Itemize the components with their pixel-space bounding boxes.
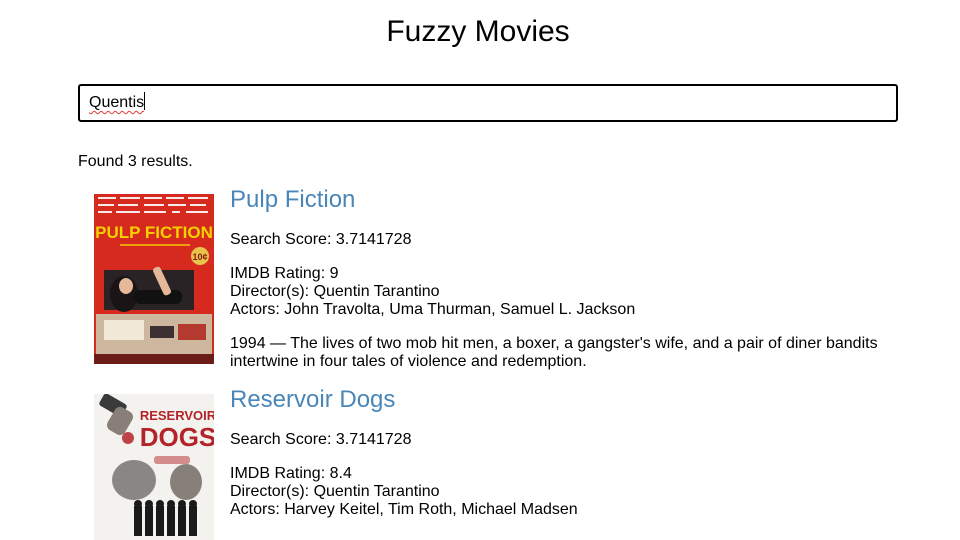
actors-label: Actors:	[230, 301, 280, 318]
poster-badge: 10¢	[192, 252, 207, 262]
imdb-rating-value: 8.4	[329, 465, 352, 482]
directors-value: Quentin Tarantino	[313, 283, 440, 300]
page: Fuzzy Movies Quentis Found 3 results. PU…	[0, 0, 960, 540]
poster-title-line1: RESERVOIR	[140, 408, 214, 423]
directors-line: Director(s): Quentin Tarantino	[230, 483, 440, 501]
imdb-rating-line: IMDB Rating: 9	[230, 265, 339, 283]
imdb-rating-line: IMDB Rating: 8.4	[230, 465, 352, 483]
search-score-label: Search Score:	[230, 231, 332, 248]
app-title: Fuzzy Movies	[386, 15, 570, 48]
poster-title-text: PULP FICTION	[95, 223, 213, 242]
actors-value: Harvey Keitel, Tim Roth, Michael Madsen	[284, 501, 578, 518]
movie-summary: 1994 — The lives of two mob hit men, a b…	[230, 335, 890, 371]
actors-line: Actors: Harvey Keitel, Tim Roth, Michael…	[230, 501, 578, 519]
imdb-rating-value: 9	[329, 265, 339, 282]
summary-separator: —	[270, 335, 287, 352]
results-count: Found 3 results.	[78, 153, 193, 170]
movie-title-link[interactable]: Reservoir Dogs	[230, 386, 395, 414]
pulp-fiction-poster-image: PULP FICTION 10¢	[94, 194, 214, 364]
search-score-line: Search Score: 3.7141728	[230, 431, 411, 449]
imdb-rating-label: IMDB Rating:	[230, 465, 326, 482]
directors-label: Director(s):	[230, 483, 310, 500]
search-input-value: Quentis	[89, 94, 145, 111]
search-score-label: Search Score:	[230, 431, 332, 448]
text-caret	[144, 92, 146, 110]
actors-value: John Travolta, Uma Thurman, Samuel L. Ja…	[284, 301, 636, 318]
movie-plot: The lives of two mob hit men, a boxer, a…	[230, 335, 878, 370]
directors-value: Quentin Tarantino	[313, 483, 440, 500]
movie-poster[interactable]: RESERVOIR DOGS	[94, 394, 214, 540]
search-input[interactable]: Quentis	[78, 84, 898, 122]
directors-line: Director(s): Quentin Tarantino	[230, 283, 440, 301]
poster-title-line2: DOGS	[140, 422, 214, 452]
movie-title-link[interactable]: Pulp Fiction	[230, 186, 355, 214]
directors-label: Director(s):	[230, 283, 310, 300]
actors-label: Actors:	[230, 501, 280, 518]
movie-year: 1994	[230, 335, 266, 352]
movie-poster[interactable]: PULP FICTION 10¢	[94, 194, 214, 364]
reservoir-dogs-poster-image: RESERVOIR DOGS	[94, 394, 214, 540]
search-score-value: 3.7141728	[335, 231, 412, 248]
search-score-value: 3.7141728	[335, 431, 412, 448]
actors-line: Actors: John Travolta, Uma Thurman, Samu…	[230, 301, 635, 319]
search-score-line: Search Score: 3.7141728	[230, 231, 411, 249]
imdb-rating-label: IMDB Rating:	[230, 265, 326, 282]
